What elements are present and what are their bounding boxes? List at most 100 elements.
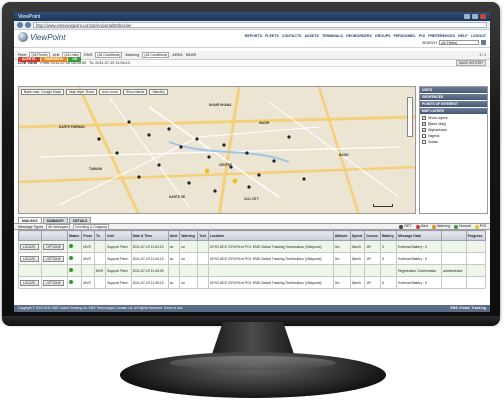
column-header[interactable]: Text [197, 230, 209, 241]
nav-fleets[interactable]: FLEETS [265, 34, 279, 38]
tab-alerts[interactable]: ALERTS [18, 57, 40, 62]
table-row[interactable]: LOCATE OPTIONS MVS Support Fleet 2011-07-19 … [17, 276, 487, 289]
search-label: SEARCH [422, 40, 437, 45]
nav-geoborders[interactable]: GEOBORDERS [346, 34, 372, 38]
column-header[interactable]: Course [364, 230, 382, 241]
map-scale-bar [373, 204, 393, 207]
tab-ok[interactable]: OK [68, 57, 82, 62]
map-style-select[interactable]: Map style: Road [66, 89, 97, 95]
window-title: ViewPoint [18, 13, 41, 20]
table-row[interactable]: MVS Support Fleet 2011-07-19 11:40:09 Regis… [17, 264, 487, 277]
table-row[interactable]: LOCATE OPTIONS MVS Support Fleet 2011-07-19 … [17, 240, 487, 253]
nav-logout[interactable]: LOGOUT [471, 34, 486, 38]
warning-select[interactable]: (All Conditions) [142, 52, 170, 58]
nav-terminals[interactable]: TERMINALS [322, 34, 343, 38]
back-arrow-icon[interactable] [17, 22, 23, 28]
direction-select[interactable]: Incoming & Outgoing [73, 223, 109, 230]
column-header[interactable]: Unit [105, 230, 132, 241]
table-cell: on [167, 240, 181, 253]
auto-zoom-toggle[interactable]: Auto zoom [98, 89, 122, 95]
nav-assets[interactable]: ASSETS [305, 34, 319, 38]
column-header[interactable]: Progress [465, 230, 487, 241]
units-header[interactable]: UNITS [420, 87, 487, 93]
browser-titlebar: ViewPoint [14, 12, 490, 21]
locate-button[interactable]: LOCATE [20, 279, 39, 286]
column-header[interactable] [17, 230, 43, 241]
nav-personnel[interactable]: PERSONNEL [393, 34, 415, 38]
forward-arrow-icon[interactable] [25, 22, 31, 28]
table-row[interactable]: LOCATE OPTIONS MVS Support Fleet 2011-07-19 … [17, 252, 487, 265]
search-select[interactable]: (All Fleets) [439, 40, 479, 45]
table-cell: 02*03 18*E 23*20*N el POI: EMS Global Tr… [207, 240, 334, 253]
checkbox[interactable]: ✓ [422, 128, 426, 132]
column-header[interactable] [440, 230, 467, 241]
base-map-select[interactable]: Base map: Google Maps [21, 89, 65, 95]
main-area: Base map: Google Maps Map style: Road Au… [14, 86, 490, 216]
tab-summary[interactable]: SUMMARY [42, 217, 69, 223]
table-cell: 0m [332, 252, 351, 265]
minimize-icon[interactable] [464, 14, 470, 19]
table-cell: MVS [81, 276, 95, 289]
column-header[interactable]: Speed [349, 230, 366, 241]
column-header[interactable]: Warning [179, 230, 199, 241]
area-value[interactable]: NEAR [186, 53, 197, 57]
copyright-text: Copyright © 2009-2011 EMS Global Trackin… [18, 306, 184, 310]
checkbox[interactable] [422, 140, 426, 144]
column-header[interactable]: Battery [380, 230, 398, 241]
address-bar: http://www.emsviewpoint.com/pt/en/portal… [14, 21, 490, 30]
back-history-button[interactable]: BACK HISTORY [456, 60, 486, 66]
tab-mailbox[interactable]: MAILBOX [18, 217, 42, 223]
legend-item: Alert [415, 224, 428, 229]
app-header: ViewPoint REPORTS FLEETS CONTACTS ASSETS… [14, 30, 490, 48]
tab-details[interactable]: DETAILS [69, 217, 92, 223]
column-header[interactable]: Message Data [396, 230, 442, 241]
ems-label: EMS [84, 53, 93, 57]
to-date[interactable]: To: 2011-07-19 11:54:13 [89, 61, 130, 65]
maximize-icon[interactable] [472, 14, 478, 19]
table-cell: 0km/h [349, 240, 366, 253]
column-header[interactable]: From [81, 230, 95, 241]
layer-label: Afghanistan [428, 128, 447, 132]
tab-warnings[interactable]: WARNINGS [40, 57, 68, 62]
search-icon[interactable] [481, 40, 486, 45]
column-header[interactable]: To [93, 230, 107, 241]
options-button[interactable]: OPTIONS [43, 243, 64, 250]
map-layers-header[interactable]: MAP LAYERS [420, 108, 487, 114]
column-header[interactable]: Date & Time [130, 230, 169, 241]
checkbox[interactable]: ✓ [422, 116, 426, 120]
nav-contacts[interactable]: CONTACTS [282, 34, 302, 38]
show-labels-toggle[interactable]: Show labels [123, 89, 148, 95]
layer-label: Nigeria [428, 134, 440, 138]
ems-select[interactable]: (All Conditions) [95, 52, 123, 58]
standby-toggle[interactable]: Standby [149, 89, 168, 95]
options-button[interactable]: OPTIONS [43, 279, 64, 286]
message-types-select[interactable]: All messages [46, 223, 71, 230]
column-header[interactable]: Location [207, 230, 334, 241]
locate-button[interactable]: LOCATE [20, 243, 39, 250]
nav-help[interactable]: HELP [458, 34, 468, 38]
close-icon[interactable] [480, 14, 486, 19]
map-view[interactable]: Base map: Google Maps Map style: Road Au… [18, 86, 416, 214]
column-header[interactable] [41, 230, 68, 241]
poi-header[interactable]: POINTS OF INTEREST [420, 101, 487, 107]
map-label: KARTE SE [169, 195, 186, 199]
nav-preferences[interactable]: PREFERENCES [428, 34, 455, 38]
checkbox[interactable]: ✓ [422, 122, 426, 126]
legend-label: RET [404, 224, 412, 229]
nav-groups[interactable]: GROUPS [375, 34, 391, 38]
layer-item[interactable]: Sudan [420, 139, 487, 145]
table-cell: 0km/h [349, 252, 366, 265]
column-header[interactable]: Status [66, 230, 83, 241]
nav-reports[interactable]: REPORTS [245, 34, 262, 38]
nav-poi[interactable]: POI [419, 34, 425, 38]
column-header[interactable]: Alert [167, 230, 181, 241]
column-header[interactable]: Altitude [332, 230, 351, 241]
checkbox[interactable] [422, 134, 426, 138]
table-cell: on [167, 252, 181, 265]
locate-button[interactable]: LOCATE [20, 255, 39, 262]
geofences-header[interactable]: GEOFENCES [420, 94, 487, 100]
table-cell [93, 240, 107, 253]
url-input[interactable]: http://www.emsviewpoint.com/pt/en/portal… [33, 22, 487, 28]
zoom-slider[interactable] [407, 97, 413, 137]
options-button[interactable]: OPTIONS [43, 255, 64, 262]
